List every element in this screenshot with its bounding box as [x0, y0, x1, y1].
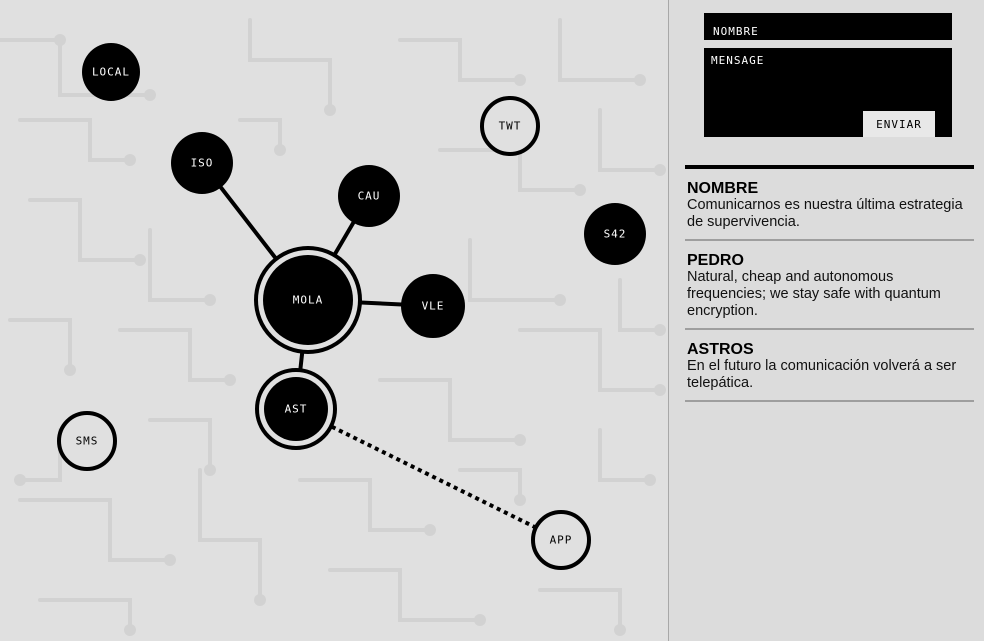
- circuit-pad: [644, 474, 656, 486]
- node-circle: [171, 132, 233, 194]
- circuit-trace: [38, 598, 132, 632]
- node-circle: [401, 274, 465, 338]
- node-circle: [57, 411, 117, 471]
- message-author: ASTROS: [687, 341, 754, 358]
- message-author: NOMBRE: [687, 180, 759, 197]
- node-s42[interactable]: S42: [584, 203, 646, 265]
- message-item: PEDRO Natural, cheap and autonomous freq…: [685, 241, 974, 330]
- circuit-pad: [654, 324, 666, 336]
- circuit-pad: [204, 464, 216, 476]
- circuit-trace: [598, 108, 662, 172]
- node-sms[interactable]: SMS: [57, 411, 117, 471]
- circuit-trace: [558, 18, 642, 82]
- network-map: LOCAL ISO CAU MOLA VLE AST TWT S42 SMS APP: [0, 0, 669, 641]
- circuit-pad: [124, 624, 136, 636]
- circuit-trace: [118, 328, 232, 382]
- node-circle: [264, 377, 328, 441]
- circuit-pad: [124, 154, 136, 166]
- circuit-trace: [298, 478, 432, 532]
- circuit-pad: [254, 594, 266, 606]
- node-circle: [263, 255, 353, 345]
- circuit-trace: [518, 328, 662, 392]
- circuit-trace: [28, 198, 142, 262]
- circuit-trace: [378, 378, 522, 442]
- circuit-pad: [164, 554, 176, 566]
- circuit-pad: [614, 624, 626, 636]
- message-author: PEDRO: [687, 252, 744, 269]
- node-circle: [584, 203, 646, 265]
- node-twt[interactable]: TWT: [480, 96, 540, 156]
- circuit-pad: [474, 614, 486, 626]
- node-cau[interactable]: CAU: [338, 165, 400, 227]
- node-circle: [531, 510, 591, 570]
- circuit-pad: [634, 74, 646, 86]
- circuit-pad: [514, 434, 526, 446]
- circuit-pad: [424, 524, 436, 536]
- circuit-trace: [538, 588, 622, 632]
- circuit-trace: [398, 38, 522, 82]
- node-iso[interactable]: ISO: [171, 132, 233, 194]
- node-circle: [338, 165, 400, 227]
- circuit-pad: [64, 364, 76, 376]
- node-mola[interactable]: MOLA: [254, 246, 362, 354]
- circuit-pad: [514, 494, 526, 506]
- circuit-trace: [618, 278, 662, 332]
- node-circle: [480, 96, 540, 156]
- circuit-trace: [18, 428, 62, 482]
- circuit-pad: [54, 34, 66, 46]
- circuit-pad: [324, 104, 336, 116]
- circuit-pad: [654, 164, 666, 176]
- circuit-pad: [144, 89, 156, 101]
- node-app[interactable]: APP: [531, 510, 591, 570]
- circuit-trace: [468, 238, 562, 302]
- circuit-pad: [204, 294, 216, 306]
- node-local[interactable]: LOCAL: [82, 43, 140, 101]
- circuit-trace: [148, 418, 212, 472]
- message-text: Comunicarnos es nuestra última estrategi…: [687, 197, 963, 230]
- message-list: NOMBRE Comunicarnos es nuestra última es…: [685, 165, 974, 402]
- circuit-pad: [224, 374, 236, 386]
- circuit-pad: [274, 144, 286, 156]
- circuit-trace: [148, 228, 212, 302]
- circuit-trace: [248, 18, 332, 112]
- message-item: ASTROS En el futuro la comunicación volv…: [685, 330, 974, 402]
- chat-panel: ENVIAR NOMBRE Comunicarnos es nuestra úl…: [669, 0, 984, 641]
- node-vle[interactable]: VLE: [401, 274, 465, 338]
- message-text: En el futuro la comunicación volverá a s…: [687, 358, 957, 391]
- circuit-pad: [134, 254, 146, 266]
- circuit-trace: [598, 428, 652, 482]
- node-circle: [82, 43, 140, 101]
- circuit-trace: [238, 118, 282, 152]
- circuit-trace: [328, 568, 482, 622]
- message-text: Natural, cheap and autonomous frequencie…: [687, 269, 941, 319]
- node-ast[interactable]: AST: [255, 368, 337, 450]
- circuit-pad: [574, 184, 586, 196]
- circuit-pad: [514, 74, 526, 86]
- circuit-trace: [198, 468, 262, 602]
- name-input[interactable]: [704, 13, 952, 40]
- circuit-pad: [654, 384, 666, 396]
- circuit-pad: [14, 474, 26, 486]
- send-button[interactable]: ENVIAR: [863, 111, 935, 137]
- circuit-trace: [8, 318, 72, 372]
- circuit-trace: [18, 498, 172, 562]
- circuit-pad: [554, 294, 566, 306]
- network-graph: LOCAL ISO CAU MOLA VLE AST TWT S42 SMS APP: [0, 18, 666, 636]
- circuit-trace: [18, 118, 132, 162]
- message-item: NOMBRE Comunicarnos es nuestra última es…: [685, 165, 974, 241]
